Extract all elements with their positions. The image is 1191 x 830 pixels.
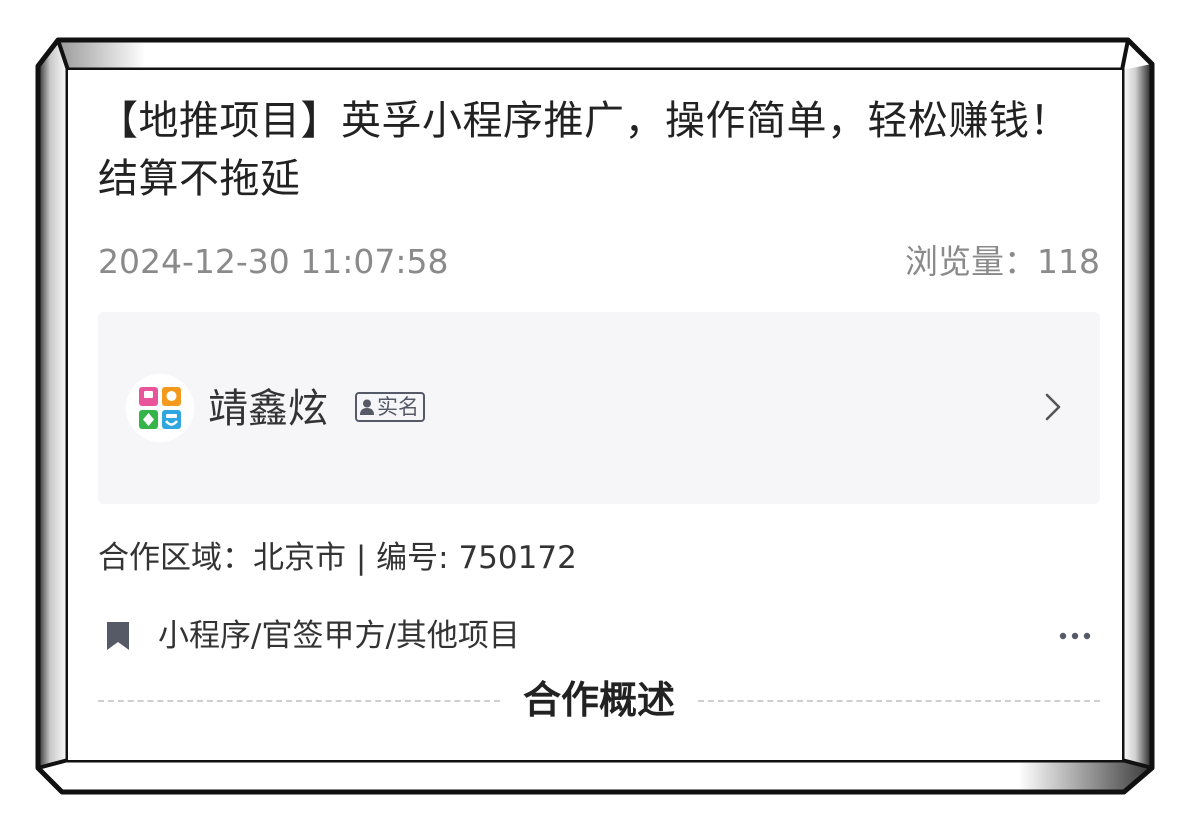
post-detail-card: 【地推项目】英孚小程序推广，操作简单，轻松赚钱！结算不拖延 2024-12-30… xyxy=(68,70,1122,760)
more-dots-icon[interactable] xyxy=(1058,618,1092,654)
region-and-id: 合作区域：北京市 | 编号: 750172 xyxy=(98,540,577,576)
author-card[interactable]: 靖鑫炫 实名 xyxy=(98,312,1100,504)
author-name[interactable]: 靖鑫炫 xyxy=(208,384,328,434)
category-row: 小程序/官签甲方/其他项目 xyxy=(104,614,1100,658)
verified-badge: 实名 xyxy=(355,392,425,422)
view-count: 浏览量：118 xyxy=(905,242,1100,281)
category-path: 小程序/官签甲方/其他项目 xyxy=(158,618,520,654)
verified-badge-label: 实名 xyxy=(377,395,419,419)
author-avatar[interactable] xyxy=(126,374,194,442)
section-divider: 合作概述 xyxy=(98,672,1100,728)
chevron-right-icon[interactable] xyxy=(1044,392,1062,422)
bookmark-icon xyxy=(107,622,129,650)
avatar-logo-icon xyxy=(139,387,181,429)
person-icon xyxy=(360,399,374,415)
post-date: 2024-12-30 11:07:58 xyxy=(98,242,449,281)
divider-line-right xyxy=(698,700,1100,702)
post-title: 【地推项目】英孚小程序推广，操作简单，轻松赚钱！结算不拖延 xyxy=(98,98,1070,202)
